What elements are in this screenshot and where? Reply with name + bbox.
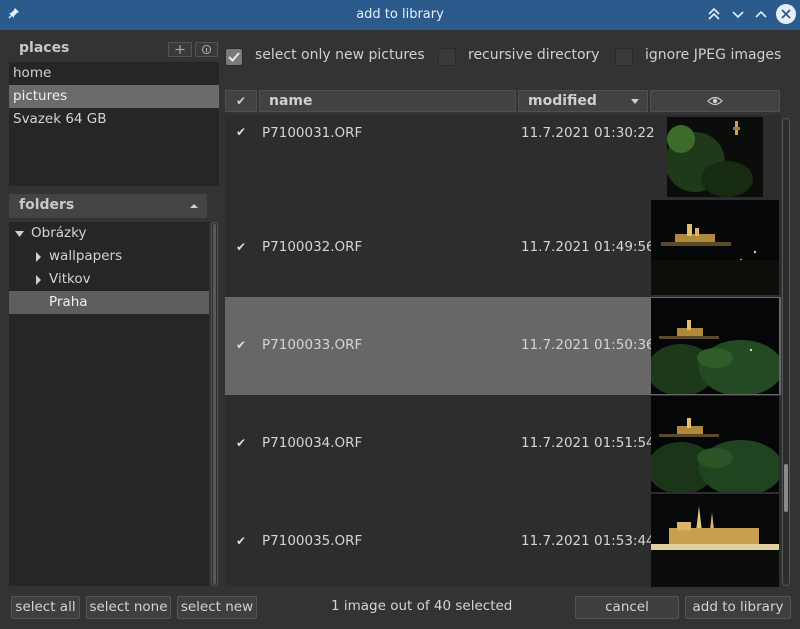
row-name: P7100032.ORF — [262, 239, 363, 255]
cancel-button[interactable]: cancel — [575, 596, 679, 619]
row-check[interactable]: ✔ — [236, 436, 246, 450]
eye-icon — [707, 96, 723, 106]
add-to-library-button[interactable]: add to library — [685, 596, 791, 619]
collapse-up-icon — [190, 204, 198, 208]
row-modified: 11.7.2021 01:50:36 — [521, 337, 655, 353]
add-place-button[interactable] — [168, 42, 192, 57]
table-row[interactable]: ✔ P7100033.ORF 11.7.2021 01:50:36 — [225, 297, 781, 395]
folder-praha[interactable]: Praha — [9, 291, 209, 314]
select-only-new-label[interactable]: select only new pictures — [255, 47, 425, 63]
folders-scrollbar[interactable] — [211, 222, 218, 586]
selection-status: 1 image out of 40 selected — [331, 598, 513, 614]
maximize-icon[interactable] — [752, 6, 770, 24]
ignore-jpeg-checkbox[interactable] — [615, 48, 633, 66]
folders-label: folders — [19, 197, 75, 213]
modified-column-header[interactable]: modified — [518, 90, 648, 112]
thumbnail-image — [651, 200, 779, 295]
thumbnail-image — [651, 494, 779, 587]
select-new-button[interactable]: select new — [177, 596, 257, 619]
checkmark-icon — [228, 52, 240, 62]
ignore-jpeg-label[interactable]: ignore JPEG images — [645, 47, 781, 63]
table-row[interactable]: ✔ P7100034.ORF 11.7.2021 01:51:54 — [225, 395, 781, 493]
place-info-button[interactable] — [195, 42, 218, 57]
expanded-triangle-icon — [15, 231, 24, 237]
table-row[interactable]: ✔ P7100031.ORF 11.7.2021 01:30:22 — [225, 115, 781, 199]
minimize-icon[interactable] — [729, 6, 747, 24]
row-name: P7100035.ORF — [262, 533, 363, 549]
folders-header[interactable]: folders — [9, 194, 207, 218]
row-modified: 11.7.2021 01:51:54 — [521, 435, 655, 451]
row-check[interactable]: ✔ — [236, 125, 246, 139]
close-button[interactable] — [776, 4, 796, 24]
thumbnail-image — [651, 298, 779, 394]
folder-obrazky[interactable]: Obrázky — [9, 222, 209, 245]
folder-label: Obrázky — [31, 225, 87, 241]
folder-wallpapers[interactable]: wallpapers — [9, 245, 209, 268]
folders-tree: Obrázky wallpapers Vitkov Praha — [9, 222, 209, 586]
row-modified: 11.7.2021 01:49:56 — [521, 239, 655, 255]
image-list: ✔ P7100031.ORF 11.7.2021 01:30:22 ✔ P710… — [225, 115, 781, 587]
thumbnail-image — [651, 396, 779, 492]
row-name: P7100034.ORF — [262, 435, 363, 451]
places-label: places — [19, 40, 70, 56]
name-column-header[interactable]: name — [259, 90, 516, 112]
thumbnail-image — [667, 117, 763, 197]
sort-desc-icon — [631, 99, 639, 104]
window-title: add to library — [356, 7, 444, 22]
row-check[interactable]: ✔ — [236, 534, 246, 548]
recursive-checkbox[interactable] — [438, 48, 456, 66]
place-svazek[interactable]: Svazek 64 GB — [9, 108, 219, 131]
recursive-label[interactable]: recursive directory — [468, 47, 600, 63]
row-check[interactable]: ✔ — [236, 338, 246, 352]
preview-column-header[interactable] — [650, 90, 780, 112]
select-all-button[interactable]: select all — [11, 596, 80, 619]
check-column-header[interactable]: ✔ — [225, 90, 257, 112]
places-list: home pictures Svazek 64 GB — [9, 62, 219, 186]
folder-label: Vitkov — [49, 271, 91, 287]
place-pictures[interactable]: pictures — [9, 85, 219, 108]
shade-up-icon[interactable] — [705, 6, 723, 24]
row-name: P7100031.ORF — [262, 125, 363, 141]
folder-label: Praha — [49, 294, 88, 310]
list-scrollbar[interactable] — [782, 118, 790, 586]
select-none-button[interactable]: select none — [86, 596, 171, 619]
collapsed-triangle-icon — [36, 275, 41, 285]
place-home[interactable]: home — [9, 62, 219, 85]
row-check[interactable]: ✔ — [236, 240, 246, 254]
table-row[interactable]: ✔ P7100035.ORF 11.7.2021 01:53:44 — [225, 493, 781, 587]
folder-vitkov[interactable]: Vitkov — [9, 268, 209, 291]
select-only-new-checkbox[interactable] — [225, 48, 243, 66]
close-icon — [781, 9, 791, 19]
info-icon — [201, 44, 212, 55]
plus-icon — [175, 45, 185, 54]
title-bar: add to library — [0, 0, 800, 30]
row-name: P7100033.ORF — [262, 337, 363, 353]
table-row[interactable]: ✔ P7100032.ORF 11.7.2021 01:49:56 — [225, 199, 781, 297]
collapsed-triangle-icon — [36, 252, 41, 262]
row-modified: 11.7.2021 01:53:44 — [521, 533, 655, 549]
folder-label: wallpapers — [49, 248, 123, 264]
modified-label: modified — [528, 93, 597, 109]
row-modified: 11.7.2021 01:30:22 — [521, 125, 655, 141]
